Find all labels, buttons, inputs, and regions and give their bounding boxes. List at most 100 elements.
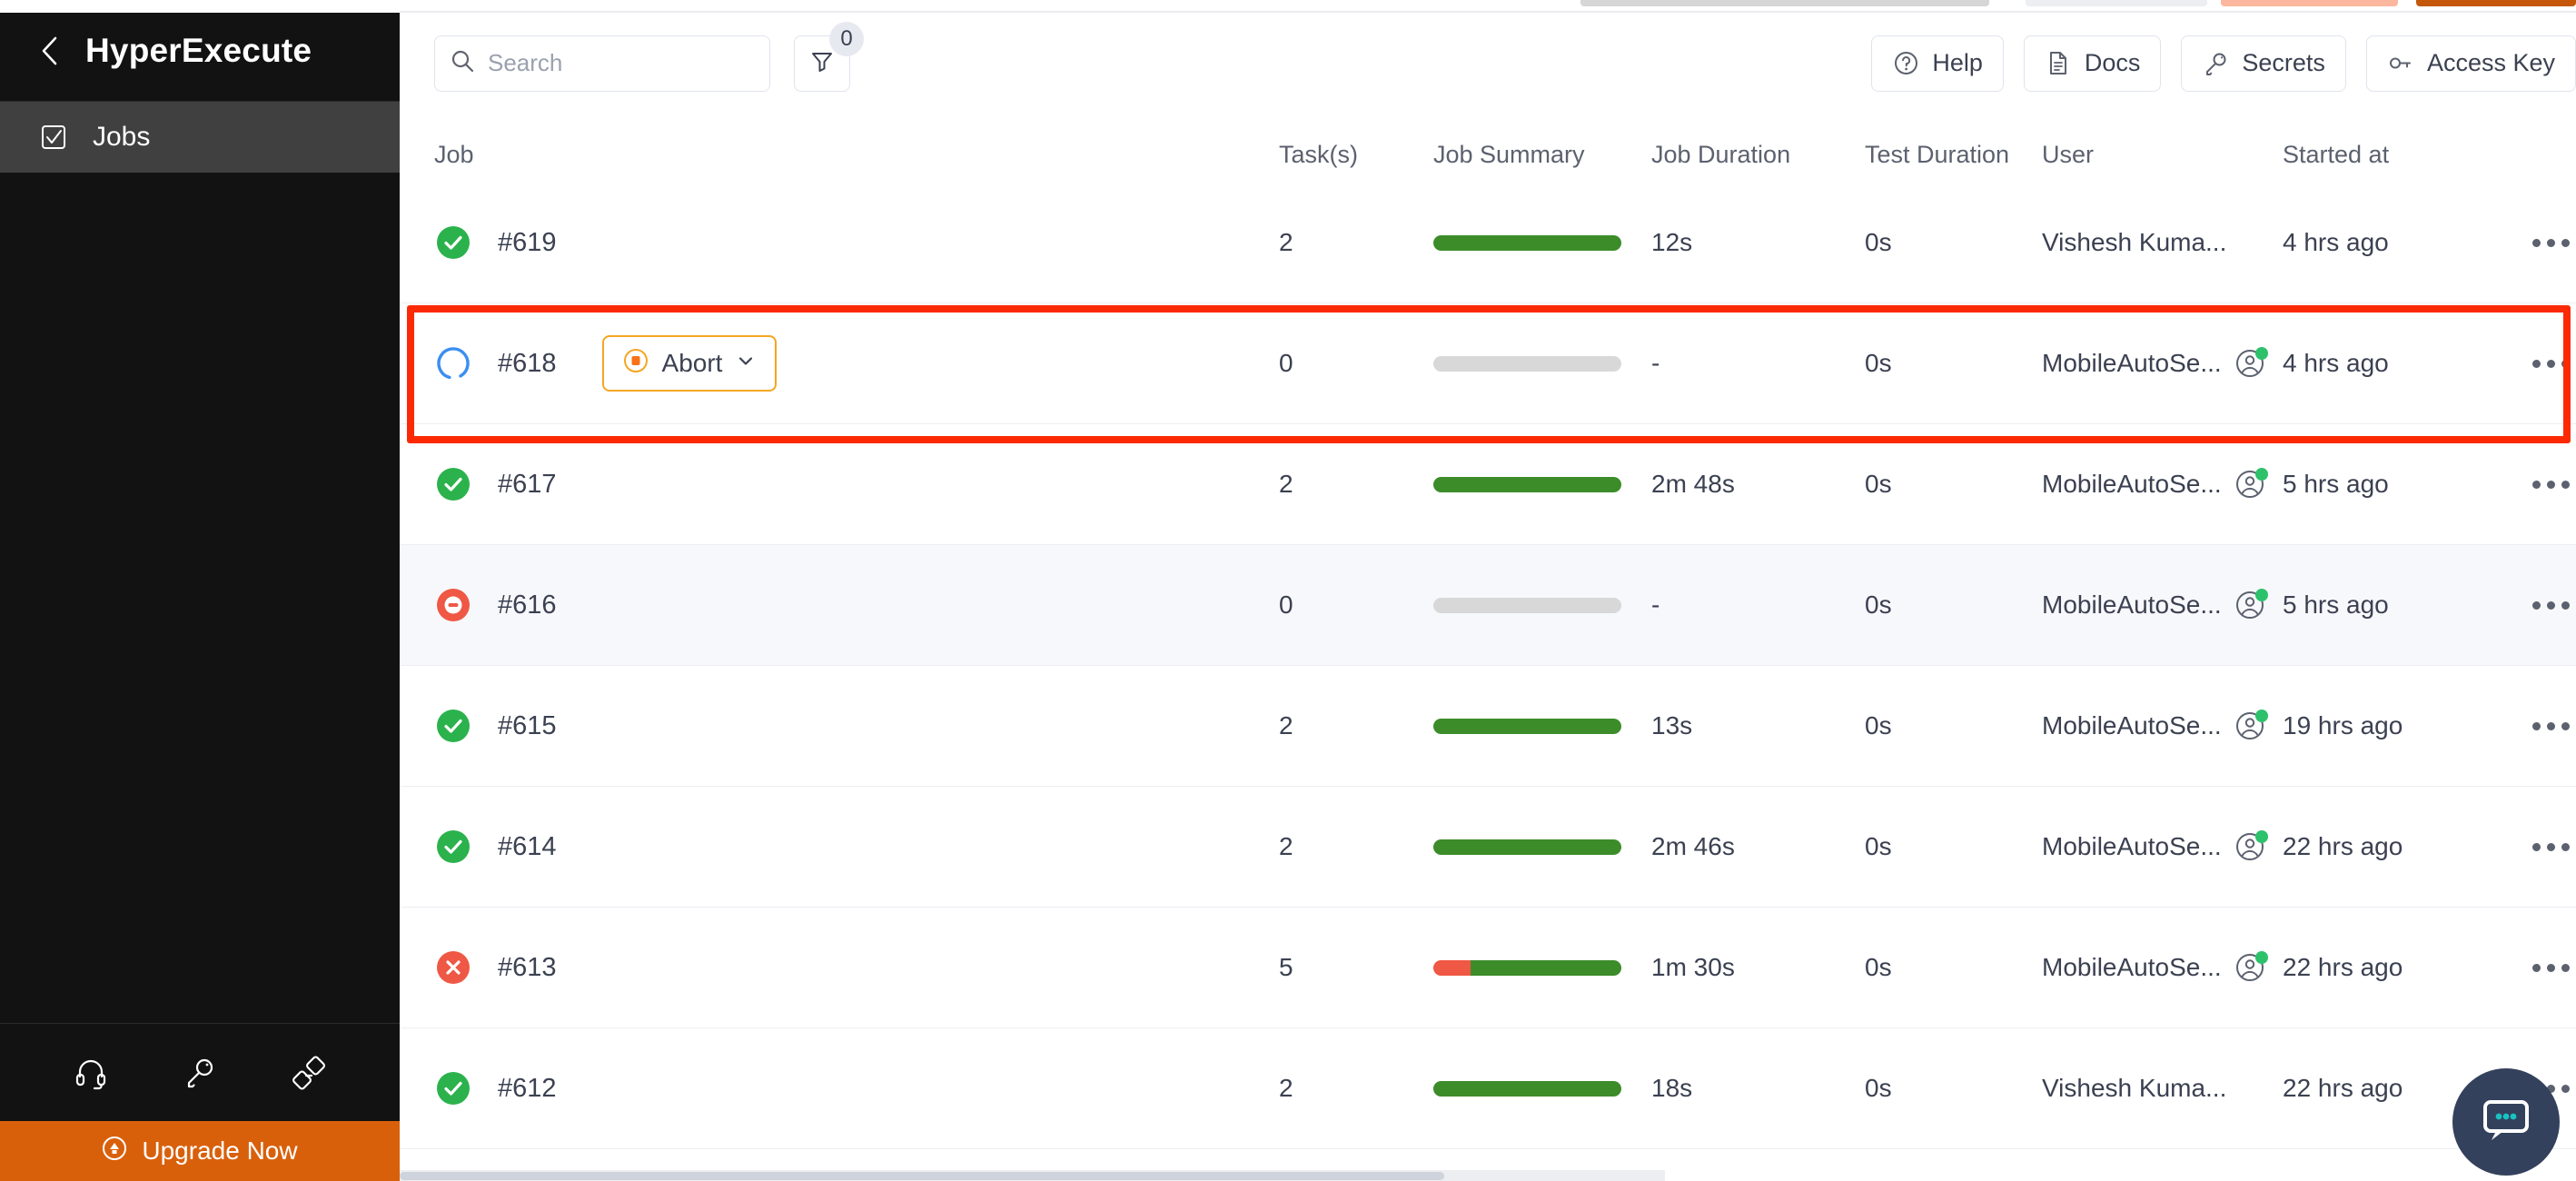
search-input[interactable] bbox=[488, 49, 755, 77]
job-id[interactable]: #618 bbox=[498, 349, 557, 379]
row-menu-button[interactable] bbox=[2532, 949, 2570, 986]
cell-tasks: 5 bbox=[1279, 953, 1433, 982]
horizontal-scrollbar[interactable] bbox=[400, 1170, 1665, 1181]
job-id[interactable]: #612 bbox=[498, 1074, 557, 1104]
x-circle-icon bbox=[434, 948, 472, 987]
table-row[interactable]: #619 2 12s 0s Vishesh Kuma... 4 hrs ago bbox=[400, 183, 2576, 303]
table-row[interactable]: #618 Abort 0 - bbox=[400, 303, 2576, 424]
stop-square-icon bbox=[622, 347, 649, 381]
chat-widget-button[interactable] bbox=[2452, 1068, 2560, 1176]
access-key-button[interactable]: Access Key bbox=[2366, 35, 2576, 92]
search-field[interactable] bbox=[434, 35, 770, 92]
job-id[interactable]: #617 bbox=[498, 470, 557, 500]
sidebar-item-label: Jobs bbox=[93, 122, 150, 153]
row-menu-button[interactable] bbox=[2532, 829, 2570, 865]
job-id[interactable]: #614 bbox=[498, 832, 557, 862]
cell-job: #618 Abort bbox=[434, 335, 1279, 392]
job-identifier-group: #616 bbox=[434, 586, 557, 624]
job-id[interactable]: #619 bbox=[498, 228, 557, 258]
cell-started-at: 5 hrs ago bbox=[2283, 470, 2532, 499]
secrets-button[interactable]: Secrets bbox=[2181, 35, 2346, 92]
job-summary-bar bbox=[1433, 477, 1621, 492]
test-duration-value: 0s bbox=[1865, 349, 1892, 378]
cell-job-duration: - bbox=[1651, 349, 1865, 378]
avatar bbox=[2234, 348, 2265, 379]
table-row[interactable]: #612 2 18s 0s Vishesh Kuma... 22 hrs ago bbox=[400, 1028, 2576, 1149]
headset-icon[interactable] bbox=[72, 1054, 110, 1092]
cell-user: Vishesh Kuma... bbox=[2042, 1074, 2283, 1103]
hyperexecute-app: HyperExecute Jobs bbox=[0, 0, 2576, 1181]
table-row[interactable]: #613 5 1m 30s 0s MobileAutoSe... bbox=[400, 908, 2576, 1028]
chevron-left-icon[interactable] bbox=[38, 39, 62, 63]
job-summary-bar bbox=[1433, 598, 1621, 613]
job-summary-bar bbox=[1433, 1081, 1621, 1097]
row-menu-button[interactable] bbox=[2532, 466, 2570, 502]
tasks-count: 5 bbox=[1279, 953, 1293, 982]
page-title: HyperExecute bbox=[85, 32, 312, 70]
cell-user: Vishesh Kuma... bbox=[2042, 228, 2283, 257]
top-fragment-1 bbox=[1580, 0, 1989, 6]
cell-job-summary bbox=[1433, 477, 1651, 492]
cell-started-at: 22 hrs ago bbox=[2283, 953, 2532, 982]
search-icon bbox=[450, 48, 475, 78]
help-button[interactable]: Help bbox=[1871, 35, 2004, 92]
cell-user: MobileAutoSe... bbox=[2042, 348, 2283, 379]
user-group: MobileAutoSe... bbox=[2042, 469, 2265, 500]
top-fragment-2 bbox=[2026, 0, 2207, 6]
sidebar-header: HyperExecute bbox=[0, 0, 400, 102]
row-menu-button[interactable] bbox=[2532, 708, 2570, 744]
table-row[interactable]: #615 2 13s 0s MobileAutoSe... bbox=[400, 666, 2576, 787]
cell-job: #619 bbox=[434, 223, 1279, 262]
job-summary-bar-failed-segment bbox=[1433, 960, 1471, 976]
cell-tasks: 0 bbox=[1279, 349, 1433, 378]
cell-test-duration: 0s bbox=[1865, 1074, 2042, 1103]
job-id[interactable]: #616 bbox=[498, 590, 557, 620]
job-summary-bar-passed-segment bbox=[1433, 719, 1621, 734]
row-menu-button[interactable] bbox=[2532, 587, 2570, 623]
online-status-dot bbox=[2255, 951, 2268, 964]
user-name: MobileAutoSe... bbox=[2042, 832, 2222, 861]
cell-test-duration: 0s bbox=[1865, 349, 2042, 378]
avatar bbox=[2234, 469, 2265, 500]
cell-job: #612 bbox=[434, 1069, 1279, 1107]
job-duration-value: 1m 30s bbox=[1651, 953, 1735, 982]
filter-button[interactable]: 0 bbox=[794, 35, 850, 92]
upgrade-now-button[interactable]: Upgrade Now bbox=[0, 1121, 400, 1181]
job-summary-bar bbox=[1433, 235, 1621, 251]
key-icon[interactable] bbox=[181, 1054, 219, 1092]
started-at-value: 4 hrs ago bbox=[2283, 349, 2389, 378]
cell-job-duration: - bbox=[1651, 590, 1865, 620]
avatar bbox=[2234, 952, 2265, 983]
row-menu-button[interactable] bbox=[2532, 224, 2570, 261]
cell-job: #615 bbox=[434, 707, 1279, 745]
tasks-count: 2 bbox=[1279, 832, 1293, 861]
job-duration-value: - bbox=[1651, 349, 1660, 378]
horizontal-scrollbar-thumb[interactable] bbox=[400, 1172, 1444, 1180]
cell-test-duration: 0s bbox=[1865, 228, 2042, 257]
abort-button[interactable]: Abort bbox=[602, 335, 778, 392]
cell-started-at: 19 hrs ago bbox=[2283, 711, 2532, 740]
table-row[interactable]: #614 2 2m 46s 0s MobileAutoSe... bbox=[400, 787, 2576, 908]
job-identifier-group: #617 bbox=[434, 465, 557, 503]
sidebar-item-jobs[interactable]: Jobs bbox=[0, 102, 400, 173]
job-id[interactable]: #615 bbox=[498, 711, 557, 741]
check-circle-icon bbox=[434, 1069, 472, 1107]
job-id[interactable]: #613 bbox=[498, 953, 557, 983]
table-row[interactable]: #617 2 2m 48s 0s MobileAutoSe... bbox=[400, 424, 2576, 545]
row-menu-button[interactable] bbox=[2532, 345, 2570, 382]
top-fragment-4 bbox=[2416, 0, 2576, 6]
test-duration-value: 0s bbox=[1865, 228, 1892, 257]
secrets-button-label: Secrets bbox=[2242, 49, 2325, 77]
tasks-count: 2 bbox=[1279, 470, 1293, 499]
docs-button[interactable]: Docs bbox=[2024, 35, 2162, 92]
table-row[interactable]: #616 0 - 0s MobileAutoSe... bbox=[400, 545, 2576, 666]
job-summary-bar-passed-segment bbox=[1433, 1081, 1621, 1097]
sidebar-spacer bbox=[0, 173, 400, 1023]
page-top-strip bbox=[0, 0, 2576, 13]
integrations-icon[interactable] bbox=[290, 1054, 328, 1092]
cell-started-at: 4 hrs ago bbox=[2283, 349, 2532, 378]
user-group: MobileAutoSe... bbox=[2042, 952, 2265, 983]
user-name: MobileAutoSe... bbox=[2042, 349, 2222, 378]
cell-user: MobileAutoSe... bbox=[2042, 952, 2283, 983]
upgrade-now-label: Upgrade Now bbox=[142, 1136, 297, 1166]
